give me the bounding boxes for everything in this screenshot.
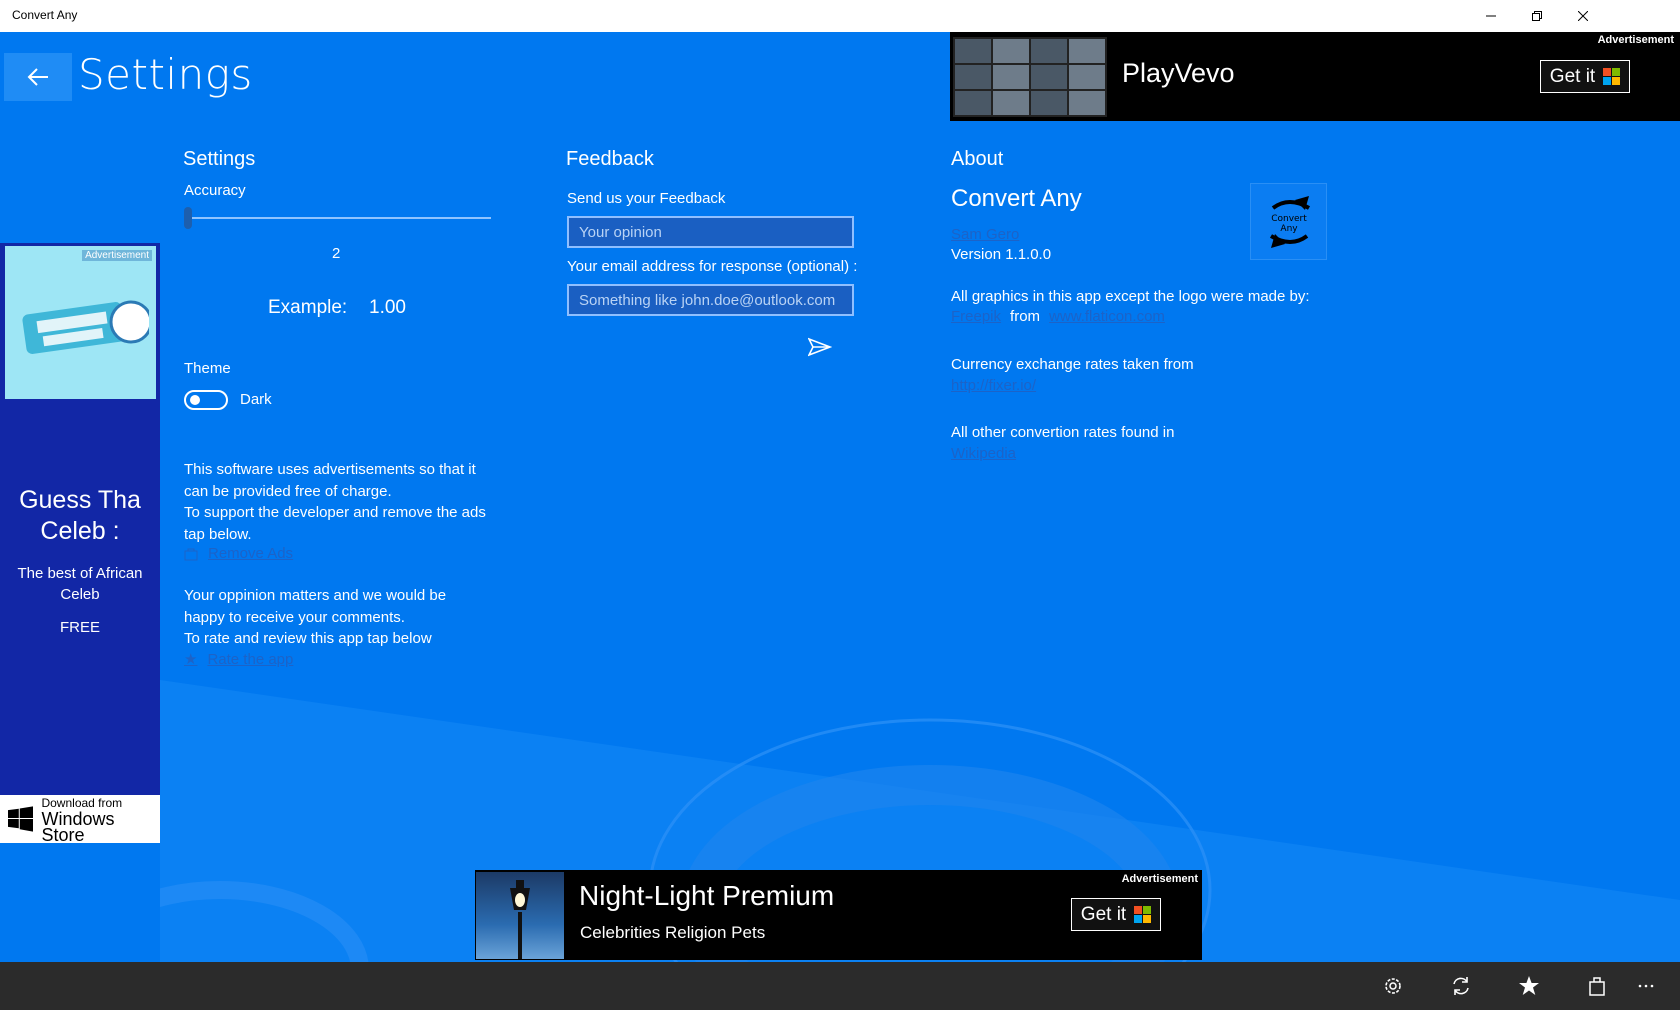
- example-label: Example:: [268, 297, 348, 318]
- get-it-label: Get it: [1549, 65, 1596, 87]
- star-icon: ★: [184, 651, 198, 668]
- left-advertisement[interactable]: Advertisement Guess Tha Celeb : The best…: [0, 243, 160, 845]
- get-it-button[interactable]: Get it: [1540, 60, 1630, 93]
- app-bar: [0, 962, 1680, 1010]
- ad-label: Advertisement: [82, 250, 152, 261]
- ad-description: The best of African Celeb: [17, 565, 143, 603]
- from-text: from: [1010, 308, 1041, 325]
- close-button[interactable]: [1560, 0, 1606, 32]
- ad-thumbnail: [953, 37, 1107, 117]
- example-value: 1.00: [369, 297, 406, 318]
- more-button[interactable]: [1612, 962, 1680, 1010]
- author-link[interactable]: Sam Gero: [951, 226, 1019, 243]
- about-app-name: Convert Any: [951, 185, 1082, 212]
- windows-logo-icon: [8, 806, 34, 832]
- about-heading: About: [951, 148, 1004, 170]
- refresh-icon: [1453, 977, 1469, 995]
- guess-celeb-logo: [22, 300, 149, 354]
- send-icon[interactable]: [808, 337, 832, 357]
- restore-icon: [1532, 11, 1542, 21]
- feedback-heading: Feedback: [566, 148, 654, 170]
- star-icon: [1519, 976, 1539, 995]
- version-text: Version 1.1.0.0: [951, 246, 1052, 263]
- accuracy-label: Accuracy: [184, 182, 246, 199]
- toggle-knob: [190, 395, 200, 405]
- remove-ads-instruction: To support the developer and remove the …: [184, 504, 486, 543]
- back-arrow-icon: [27, 68, 48, 86]
- accuracy-slider[interactable]: [184, 217, 491, 219]
- store-icon: [1589, 977, 1605, 996]
- ad-subtitle: Celebrities Religion Pets: [580, 923, 766, 942]
- get-it-button[interactable]: Get it: [1071, 898, 1161, 931]
- window-title: Convert Any: [12, 8, 78, 22]
- ad-image[interactable]: Advertisement: [5, 246, 156, 399]
- other-rates-text: All other convertion rates found in: [951, 424, 1175, 441]
- theme-toggle[interactable]: [184, 390, 228, 410]
- app-logo: Convert Any: [1250, 183, 1327, 260]
- restore-button[interactable]: [1514, 0, 1560, 32]
- send-feedback-label: Send us your Feedback: [567, 190, 726, 207]
- ads-explanation-text: This software uses advertisements so tha…: [184, 461, 476, 500]
- back-button[interactable]: [4, 53, 72, 101]
- ad-title: PlayVevo: [1122, 58, 1235, 88]
- settings-button[interactable]: [1359, 962, 1427, 1010]
- email-label: Your email address for response (optiona…: [567, 258, 858, 275]
- settings-icon: [1385, 978, 1401, 994]
- ad-label: Advertisement: [1121, 873, 1198, 885]
- theme-label: Theme: [184, 360, 231, 377]
- top-advertisement[interactable]: PlayVevo Advertisement Get it: [950, 32, 1680, 121]
- rate-explanation-text: Your oppinion matters and we would be ha…: [184, 587, 447, 626]
- bag-icon: [184, 548, 198, 560]
- settings-heading: Settings: [183, 148, 256, 170]
- rate-app-link[interactable]: ★ Rate the app: [184, 650, 294, 669]
- svg-text:Convert: Convert: [1271, 214, 1307, 224]
- opinion-input[interactable]: [567, 216, 854, 248]
- rate-instruction: To rate and review this app tap below: [184, 630, 432, 647]
- freepik-link[interactable]: Freepik: [951, 308, 1001, 325]
- rate-app-label: Rate the app: [207, 650, 294, 668]
- currency-source-text: Currency exchange rates taken from: [951, 356, 1194, 373]
- store-big-text: Windows Store: [41, 809, 115, 845]
- more-icon: [1638, 984, 1654, 988]
- remove-ads-label: Remove Ads: [208, 545, 294, 562]
- svg-text:Any: Any: [1280, 224, 1298, 234]
- get-it-label: Get it: [1080, 903, 1127, 925]
- accuracy-slider-thumb[interactable]: [184, 207, 192, 229]
- flaticon-link[interactable]: www.flaticon.com: [1049, 308, 1165, 325]
- graphics-credit-text: All graphics in this app except the logo…: [951, 288, 1310, 305]
- convert-arrows-icon: Convert Any: [1269, 196, 1311, 248]
- theme-toggle-text: Dark: [240, 391, 272, 408]
- close-icon: [1578, 11, 1588, 21]
- favorite-button[interactable]: [1495, 962, 1563, 1010]
- ad-title: Night-Light Premium: [579, 880, 835, 911]
- ad-label: Advertisement: [1597, 34, 1674, 46]
- title-bar: Convert Any: [0, 0, 1680, 32]
- refresh-button[interactable]: [1427, 962, 1495, 1010]
- minimize-button[interactable]: [1468, 0, 1514, 32]
- fixer-link[interactable]: http://fixer.io/: [951, 377, 1036, 394]
- minimize-icon: [1486, 15, 1496, 17]
- windows-store-badge[interactable]: Download from Windows Store: [0, 795, 160, 845]
- wikipedia-link[interactable]: Wikipedia: [951, 445, 1016, 462]
- microsoft-logo-icon: [1134, 906, 1152, 923]
- remove-ads-link[interactable]: Remove Ads: [184, 545, 293, 562]
- email-input[interactable]: [567, 284, 854, 316]
- accuracy-value: 2: [332, 245, 341, 262]
- bottom-advertisement[interactable]: Night-Light Premium Celebrities Religion…: [475, 870, 1202, 960]
- ad-price: FREE: [59, 619, 100, 636]
- ad-thumbnail: [476, 872, 564, 959]
- microsoft-logo-icon: [1603, 68, 1621, 85]
- ad-app-name: Guess Tha Celeb :: [19, 486, 141, 545]
- street-lamp-icon: [510, 880, 530, 959]
- page-title: Settings: [78, 50, 253, 99]
